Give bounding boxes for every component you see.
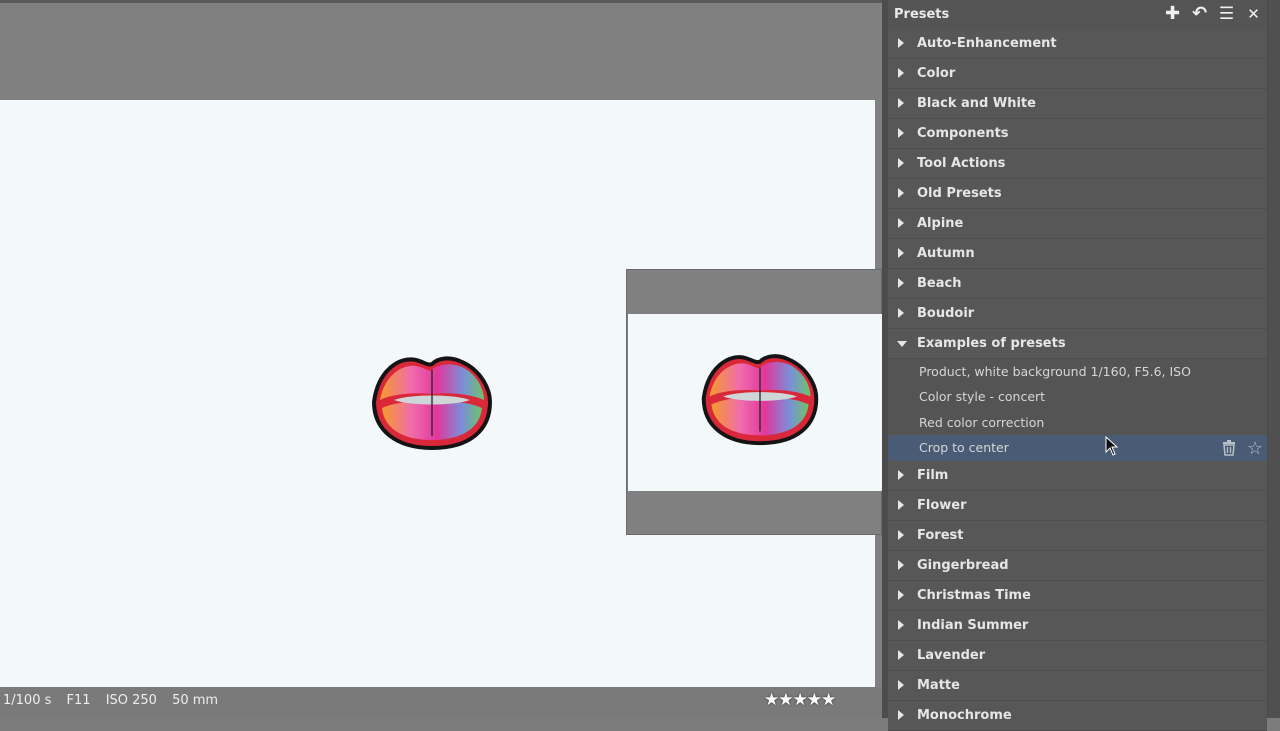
- expand-arrow-icon: [898, 218, 904, 228]
- lips-image: [371, 356, 493, 451]
- category-flower[interactable]: Flower: [888, 490, 1267, 521]
- category-gingerbread[interactable]: Gingerbread: [888, 550, 1267, 581]
- expand-arrow-icon: [898, 38, 904, 48]
- preset-item[interactable]: Red color correction: [888, 410, 1267, 435]
- category-color[interactable]: Color: [888, 59, 1267, 89]
- category-components[interactable]: Components: [888, 119, 1267, 149]
- navigator-preview[interactable]: [626, 269, 883, 535]
- preset-item[interactable]: Product, white background 1/160, F5.6, I…: [888, 359, 1267, 384]
- category-film[interactable]: Film: [888, 460, 1267, 491]
- iso: ISO 250: [105, 693, 157, 708]
- trash-icon[interactable]: [1219, 438, 1239, 458]
- close-icon[interactable]: ✕: [1243, 3, 1264, 24]
- shutter-speed: 1/100 s: [3, 693, 52, 708]
- preview-lips-image: [701, 354, 819, 446]
- category-alpine[interactable]: Alpine: [888, 209, 1267, 239]
- category-lavender[interactable]: Lavender: [888, 640, 1267, 671]
- expand-arrow-icon: [898, 619, 904, 630]
- undo-icon[interactable]: ↶: [1189, 3, 1210, 24]
- star-rating[interactable]: ★★★★★: [764, 690, 836, 710]
- expand-arrow-icon: [898, 589, 904, 600]
- panel-title: Presets: [894, 7, 950, 22]
- image-canvas[interactable]: [0, 3, 883, 687]
- expand-arrow-icon: [898, 98, 904, 108]
- expand-arrow-icon: [898, 68, 904, 78]
- collapse-arrow-icon: [897, 341, 907, 347]
- category-indian-summer[interactable]: Indian Summer: [888, 610, 1267, 641]
- category-examples-of-presets[interactable]: Examples of presets: [888, 329, 1267, 359]
- status-bar: 1/100 s F11 ISO 250 50 mm ★★★★★: [0, 687, 882, 718]
- preview-image: [628, 314, 883, 491]
- category-christmas-time[interactable]: Christmas Time: [888, 580, 1267, 611]
- exif-info: 1/100 s F11 ISO 250 50 mm: [3, 693, 229, 708]
- mouse-cursor-icon: [1105, 436, 1119, 456]
- panel-header: Presets ✚ ↶ ☰ ✕: [888, 0, 1268, 29]
- category-matte[interactable]: Matte: [888, 670, 1267, 701]
- menu-icon[interactable]: ☰: [1216, 3, 1237, 24]
- expand-arrow-icon: [898, 248, 904, 258]
- expand-arrow-icon: [898, 278, 904, 288]
- category-tool-actions[interactable]: Tool Actions: [888, 149, 1267, 179]
- category-forest[interactable]: Forest: [888, 520, 1267, 551]
- star-icon[interactable]: ☆: [1245, 438, 1265, 459]
- plus-icon[interactable]: ✚: [1162, 3, 1183, 24]
- category-auto-enhancement[interactable]: Auto-Enhancement: [888, 29, 1267, 59]
- aperture: F11: [66, 693, 91, 708]
- expand-arrow-icon: [898, 158, 904, 168]
- focal-length: 50 mm: [172, 693, 219, 708]
- category-black-and-white[interactable]: Black and White: [888, 89, 1267, 119]
- expand-arrow-icon: [898, 559, 904, 570]
- category-autumn[interactable]: Autumn: [888, 239, 1267, 269]
- presets-list: Auto-Enhancement Color Black and White C…: [888, 29, 1267, 731]
- expand-arrow-icon: [898, 308, 904, 318]
- preset-item-selected[interactable]: Crop to center ☆: [888, 435, 1267, 461]
- category-old-presets[interactable]: Old Presets: [888, 179, 1267, 209]
- presets-panel: Presets ✚ ↶ ☰ ✕ Auto-Enhancement Color B…: [888, 0, 1280, 731]
- panel-scrollbar[interactable]: [1267, 0, 1280, 718]
- category-beach[interactable]: Beach: [888, 269, 1267, 299]
- expand-arrow-icon: [898, 128, 904, 138]
- expand-arrow-icon: [898, 499, 904, 510]
- category-boudoir[interactable]: Boudoir: [888, 299, 1267, 329]
- category-monochrome[interactable]: Monochrome: [888, 700, 1267, 731]
- preset-item[interactable]: Color style - concert: [888, 384, 1267, 409]
- expand-arrow-icon: [898, 649, 904, 660]
- expand-arrow-icon: [898, 679, 904, 690]
- expand-arrow-icon: [898, 709, 904, 720]
- expand-arrow-icon: [898, 469, 904, 480]
- expand-arrow-icon: [898, 529, 904, 540]
- expand-arrow-icon: [898, 188, 904, 198]
